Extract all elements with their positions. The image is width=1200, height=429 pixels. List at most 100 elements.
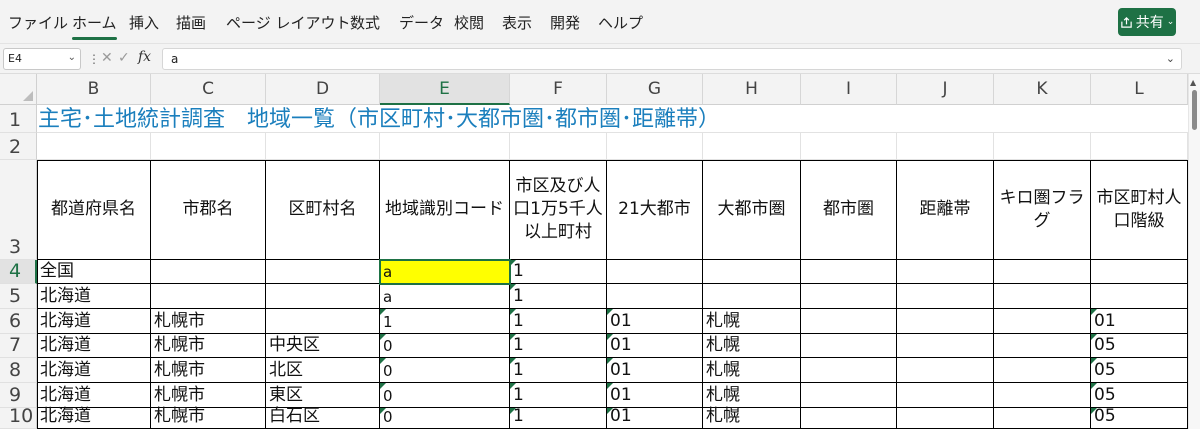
row-header-7[interactable]: 7 xyxy=(0,334,37,358)
cell[interactable] xyxy=(897,133,994,160)
column-header-k[interactable]: K xyxy=(994,74,1091,105)
table-cell[interactable] xyxy=(994,408,1091,429)
column-header-j[interactable]: J xyxy=(897,74,994,105)
ribbon-tab-5[interactable]: 数式 xyxy=(350,12,380,33)
table-cell[interactable]: 北区 xyxy=(266,358,380,383)
ribbon-tab-4[interactable]: ページ レイアウト xyxy=(226,12,350,33)
ribbon-tab-2[interactable]: 挿入 xyxy=(129,12,159,33)
table-cell[interactable] xyxy=(994,334,1091,358)
table-cell[interactable]: 札幌市 xyxy=(151,408,266,429)
table-cell[interactable]: 全国 xyxy=(37,260,151,284)
table-cell[interactable] xyxy=(607,260,703,284)
error-indicator-icon[interactable] xyxy=(380,309,386,315)
table-cell[interactable]: 05 xyxy=(1091,383,1188,408)
table-cell[interactable] xyxy=(897,260,994,284)
table-cell[interactable]: 札幌 xyxy=(703,309,801,334)
table-cell[interactable] xyxy=(1091,260,1188,284)
chevron-down-icon[interactable]: ⌄ xyxy=(68,52,76,63)
cell[interactable] xyxy=(151,133,266,160)
table-cell[interactable]: 札幌市 xyxy=(151,334,266,358)
table-header-cell[interactable]: 都市圏 xyxy=(801,160,897,260)
table-cell[interactable] xyxy=(897,358,994,383)
table-cell[interactable]: 中央区 xyxy=(266,334,380,358)
table-cell[interactable]: 01 xyxy=(607,383,703,408)
table-cell[interactable]: 北海道 xyxy=(37,383,151,408)
formula-input[interactable]: a ⌄ xyxy=(162,48,1182,70)
table-cell[interactable] xyxy=(1091,284,1188,309)
cell[interactable] xyxy=(801,133,897,160)
error-indicator-icon[interactable] xyxy=(1091,334,1097,340)
table-cell[interactable] xyxy=(151,284,266,309)
error-indicator-icon[interactable] xyxy=(510,260,516,266)
ribbon-tab-10[interactable]: ヘルプ xyxy=(598,12,643,33)
ribbon-tab-7[interactable]: 校閲 xyxy=(454,12,484,33)
vertical-scrollbar[interactable]: ▲ xyxy=(1188,74,1200,429)
table-cell[interactable] xyxy=(994,358,1091,383)
cell[interactable] xyxy=(380,133,510,160)
cell[interactable] xyxy=(897,105,994,133)
table-cell[interactable] xyxy=(801,408,897,429)
cell[interactable] xyxy=(37,133,151,160)
error-indicator-icon[interactable] xyxy=(607,334,613,340)
table-cell[interactable]: 札幌 xyxy=(703,408,801,429)
table-cell[interactable]: 札幌市 xyxy=(151,383,266,408)
table-header-cell[interactable]: 大都市圏 xyxy=(703,160,801,260)
error-indicator-icon[interactable] xyxy=(1091,309,1097,315)
error-indicator-icon[interactable] xyxy=(380,358,386,364)
table-cell[interactable]: 北海道 xyxy=(37,309,151,334)
name-box[interactable]: E4 ⌄ xyxy=(3,48,81,70)
table-cell[interactable]: 01 xyxy=(607,408,703,429)
column-header-g[interactable]: G xyxy=(607,74,703,105)
column-header-i[interactable]: I xyxy=(801,74,897,105)
table-cell[interactable] xyxy=(994,284,1091,309)
table-cell[interactable]: 北海道 xyxy=(37,358,151,383)
table-cell[interactable]: 札幌市 xyxy=(151,309,266,334)
table-cell[interactable] xyxy=(607,284,703,309)
table-cell[interactable]: 0 xyxy=(380,408,510,429)
table-header-cell[interactable]: 区町村名 xyxy=(266,160,380,260)
row-header-4[interactable]: 4 xyxy=(0,260,37,284)
error-indicator-icon[interactable] xyxy=(607,408,613,414)
table-cell[interactable] xyxy=(897,408,994,429)
error-indicator-icon[interactable] xyxy=(510,383,516,389)
table-cell[interactable]: 1 xyxy=(510,260,607,284)
ribbon-tab-3[interactable]: 描画 xyxy=(176,12,206,33)
table-header-cell[interactable]: 21大都市 xyxy=(607,160,703,260)
table-header-cell[interactable]: キロ圏フラグ xyxy=(994,160,1091,260)
cell[interactable] xyxy=(1091,133,1188,160)
table-cell[interactable] xyxy=(801,358,897,383)
table-cell[interactable]: 01 xyxy=(607,358,703,383)
table-cell[interactable]: 北海道 xyxy=(37,284,151,309)
table-cell[interactable] xyxy=(801,309,897,334)
error-indicator-icon[interactable] xyxy=(607,383,613,389)
table-cell[interactable]: 05 xyxy=(1091,334,1188,358)
cell[interactable] xyxy=(510,133,607,160)
error-indicator-icon[interactable] xyxy=(1091,408,1097,414)
table-cell[interactable]: 1 xyxy=(510,383,607,408)
selected-cell[interactable]: a xyxy=(379,259,511,285)
table-cell[interactable]: 1 xyxy=(510,334,607,358)
table-cell[interactable] xyxy=(266,284,380,309)
share-button[interactable]: 共有 ⌄ xyxy=(1118,8,1176,36)
cell[interactable] xyxy=(801,105,897,133)
table-header-cell[interactable]: 市区及び人口1万5千人以上町村 xyxy=(510,160,607,260)
table-cell[interactable]: 札幌 xyxy=(703,383,801,408)
row-header-3[interactable]: 3 xyxy=(0,160,37,260)
cell[interactable] xyxy=(703,133,801,160)
ribbon-tab-1[interactable]: ホーム xyxy=(72,12,117,40)
error-indicator-icon[interactable] xyxy=(380,408,386,414)
table-cell[interactable]: 0 xyxy=(380,383,510,408)
chevron-down-icon[interactable]: ⌄ xyxy=(1166,52,1175,65)
table-cell[interactable]: 札幌 xyxy=(703,358,801,383)
table-cell[interactable]: 0 xyxy=(380,334,510,358)
insert-function-icon[interactable]: fx xyxy=(138,49,151,65)
table-cell[interactable] xyxy=(897,383,994,408)
table-cell[interactable] xyxy=(266,309,380,334)
table-cell[interactable] xyxy=(897,284,994,309)
column-header-c[interactable]: C xyxy=(151,74,266,105)
error-indicator-icon[interactable] xyxy=(510,358,516,364)
table-cell[interactable] xyxy=(994,383,1091,408)
table-cell[interactable]: 1 xyxy=(510,358,607,383)
table-cell[interactable]: 1 xyxy=(510,408,607,429)
table-cell[interactable] xyxy=(801,334,897,358)
